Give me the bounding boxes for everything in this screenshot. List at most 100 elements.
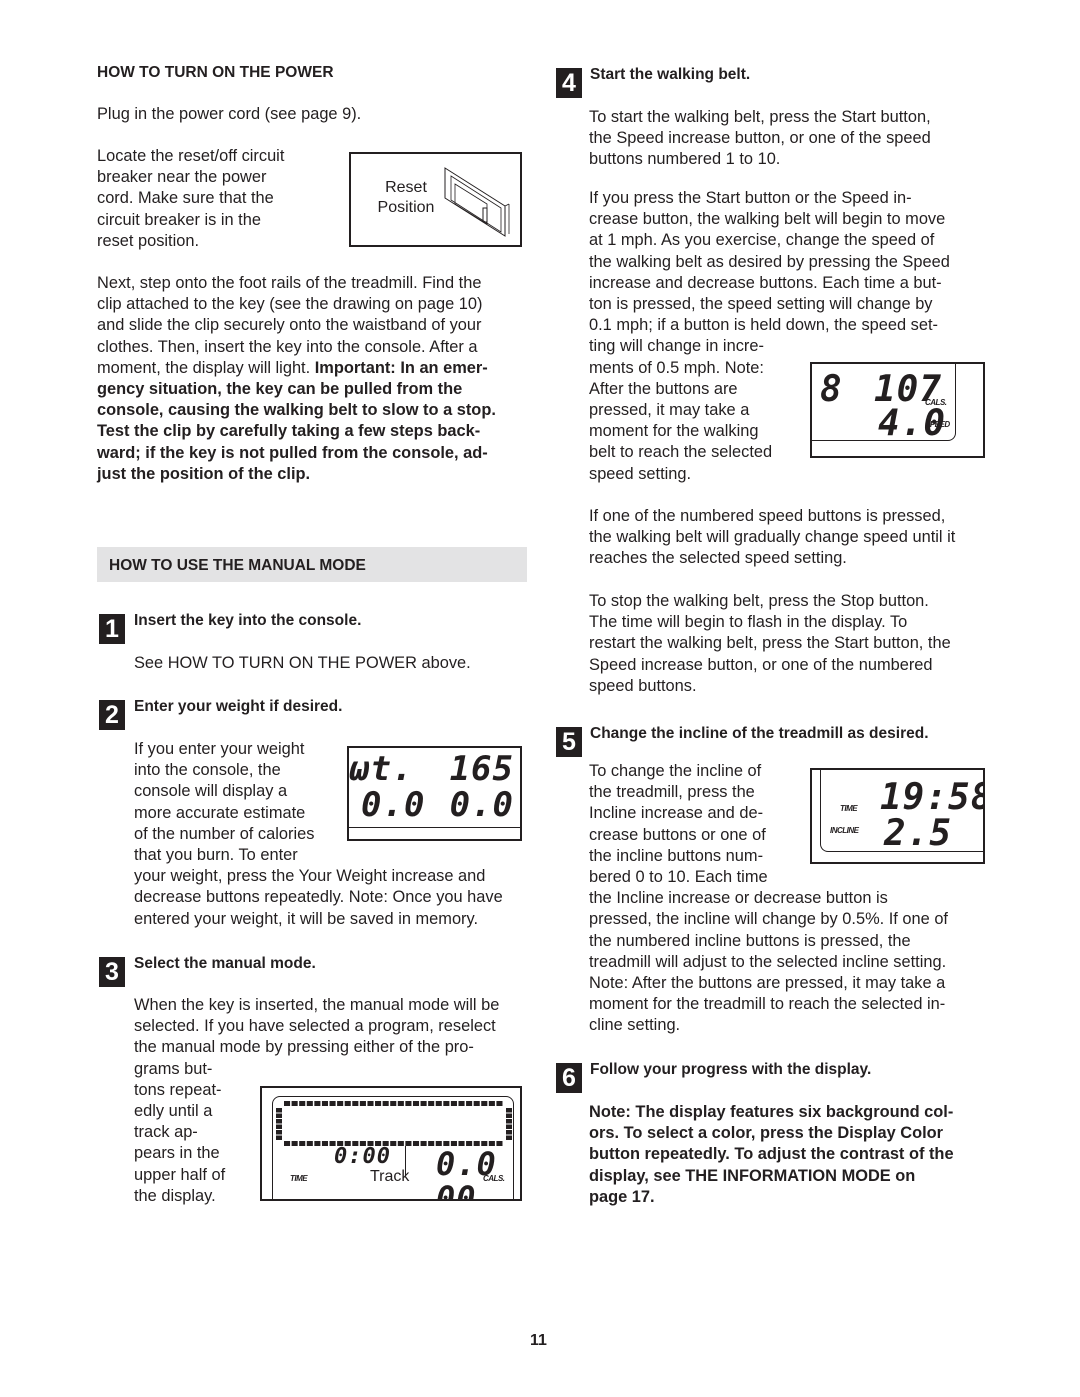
text-line: your weight, press the Your Weight incre… (134, 867, 486, 886)
track-segment (306, 1101, 313, 1106)
text-line: and slide the clip securely onto the wai… (97, 316, 482, 335)
text-line: moment for the treadmill to reach the se… (589, 995, 946, 1014)
text-line: Locate the reset/off circuit (97, 147, 285, 165)
warning-line: just the position of the clip. (97, 464, 311, 483)
track-segment (405, 1141, 412, 1146)
track-segment (435, 1101, 442, 1106)
display-time-label: TIME (290, 1174, 308, 1183)
text-line: If you press the Start button or the Spe… (589, 189, 912, 207)
track-segment (382, 1101, 389, 1106)
track-segment (299, 1141, 306, 1146)
display-divider (349, 827, 520, 828)
text-line: Speed increase button, or one of the num… (589, 655, 933, 674)
text-line: ting will change in incre- (589, 337, 764, 356)
track-segment (428, 1101, 435, 1106)
text-line: the Speed increase button, or one of the… (589, 129, 931, 148)
text-line: moment, the display will light. Importan… (97, 358, 496, 379)
track-segment (375, 1101, 382, 1106)
step-4-stop-text: To stop the walking belt, press the Stop… (589, 591, 951, 697)
track-segment (506, 1108, 512, 1113)
track-segment (466, 1101, 473, 1106)
display-track-label: Track (370, 1168, 410, 1185)
track-segment (405, 1101, 412, 1106)
manual-mode-heading: HOW TO USE THE MANUAL MODE (109, 557, 366, 574)
track-segment (359, 1101, 366, 1106)
text-line: the numbered incline buttons is pressed,… (589, 931, 911, 950)
text-line: 0.1 mph; if a button is held down, the s… (589, 316, 938, 335)
text-line: reaches the selected speed setting. (589, 549, 847, 568)
warning-line: console, causing the walking belt to slo… (97, 401, 496, 420)
text-line: Next, step onto the foot rails of the tr… (97, 274, 482, 292)
track-segment (352, 1101, 359, 1106)
track-segment (276, 1113, 282, 1118)
step-5-badge: 5 (556, 727, 582, 757)
text-line: Note: After the buttons are pressed, it … (589, 974, 946, 993)
text-line: selected. If you have selected a program… (134, 1017, 496, 1036)
track-segment (321, 1101, 329, 1106)
text-line: the walking belt as desired by pressing … (589, 252, 950, 271)
figure-label-line2: Position (377, 199, 435, 216)
text-line: To stop the walking belt, press the Stop… (589, 592, 929, 610)
track-segment (412, 1141, 420, 1146)
track-segment (299, 1101, 306, 1106)
text-line: speed setting. (589, 464, 692, 483)
track-segment (284, 1141, 291, 1146)
track-segment (506, 1135, 512, 1140)
text-line: decrease buttons repeatedly. Note: Once … (134, 888, 503, 907)
display-time-value: 0:00 (334, 1144, 391, 1169)
power-instructions-paragraph: Next, step onto the foot rails of the tr… (97, 273, 496, 485)
text-line: speed buttons. (589, 676, 697, 695)
step-2-title: Enter your weight if desired. (134, 698, 343, 715)
track-segment (496, 1101, 503, 1106)
text-line: page 17. (589, 1187, 655, 1206)
text-line: Note: The display features six backgroun… (589, 1103, 954, 1121)
text-fragment: moment, the display will light. (97, 358, 315, 377)
track-segment (428, 1141, 435, 1146)
text-line: restart the walking belt, press the Star… (589, 634, 951, 653)
track-segment (321, 1141, 329, 1146)
incline-display-figure: TIME 19:58 INCLINE 2.5 (810, 768, 985, 864)
warning-line: gency situation, the key can be pulled f… (97, 380, 463, 399)
display-incline-label: INCLINE (830, 826, 859, 835)
step-1-text: See HOW TO TURN ON THE POWER above. (134, 654, 471, 672)
text-line: breaker near the power (97, 168, 267, 187)
text-line: treadmill will adjust to the selected in… (589, 952, 947, 971)
track-segment (481, 1101, 488, 1106)
track-segment (473, 1101, 480, 1106)
display-incline-value: 2.5 (884, 813, 953, 854)
display-bottom-right: 0.0 (449, 785, 514, 825)
text-line: crease button, the walking belt will beg… (589, 210, 946, 229)
track-segment (291, 1101, 298, 1106)
text-line: clip attached to the key (see the drawin… (97, 295, 483, 314)
text-line: the walking belt will gradually change s… (589, 528, 956, 547)
text-line: the Incline increase or decrease button … (589, 889, 888, 908)
step-5-title: Change the incline of the treadmill as d… (590, 725, 929, 742)
text-line: If one of the numbered speed buttons is … (589, 507, 946, 525)
track-segment (276, 1130, 282, 1135)
step-6-badge: 6 (556, 1063, 582, 1093)
display-weight-label: ωt. (349, 749, 414, 789)
text-line: entered your weight, it will be saved in… (134, 909, 479, 928)
track-segment (488, 1101, 495, 1106)
track-segment (276, 1124, 282, 1129)
text-line: circuit breaker is in the (97, 210, 261, 229)
text-line: button repeatedly. To adjust the contras… (589, 1145, 954, 1164)
text-line: increase and decrease buttons. Each time… (589, 273, 942, 292)
step-4-start-text: To start the walking belt, press the Sta… (589, 107, 931, 171)
track-segment (291, 1141, 298, 1146)
track-segment (458, 1101, 465, 1106)
display-time-label: TIME (840, 804, 858, 813)
text-line: ors. To select a color, press the Displa… (589, 1124, 944, 1143)
text-line: buttons numbered 1 to 10. (589, 150, 781, 169)
warning-line: ward; if the key is not pulled from the … (97, 443, 488, 462)
track-segment (337, 1101, 344, 1106)
step-3-badge: 3 (99, 957, 125, 987)
power-plug-text: Plug in the power cord (see page 9). (97, 105, 362, 123)
step-6-title: Follow your progress with the display. (590, 1061, 872, 1078)
display-time-value: 19:58 (880, 777, 985, 818)
track-segment (284, 1101, 291, 1106)
display-bottom-left: 0.0 (361, 785, 426, 825)
text-line: grams but- (134, 1059, 213, 1078)
display-weight-value: 165 (449, 749, 514, 789)
important-label: Important: In an emer- (314, 358, 488, 377)
